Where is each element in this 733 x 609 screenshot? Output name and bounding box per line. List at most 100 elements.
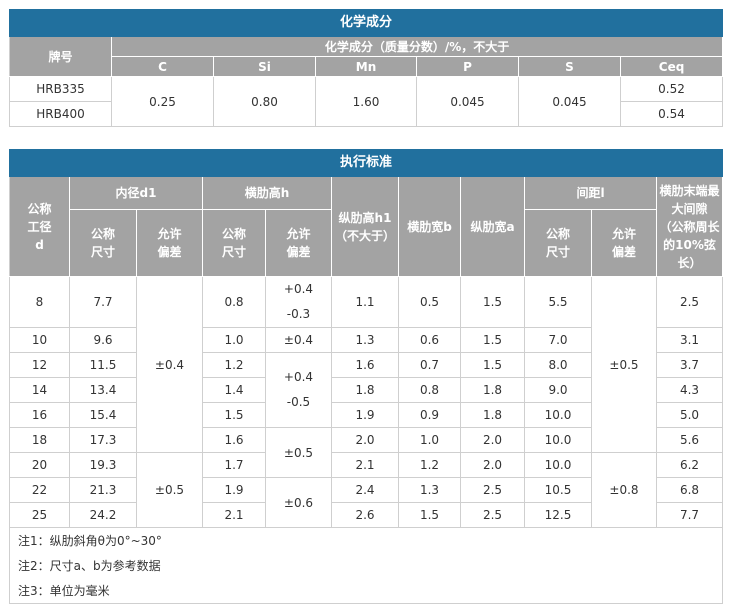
standard-title: 执行标准 [8,149,724,177]
standard-table: 执行标准 公称 工径 d 内径d1 横肋高h 纵肋高h1 （不大于） 横肋宽b … [8,149,724,604]
cell-h: 1.0 [202,327,266,353]
cell-d: 18 [9,427,70,453]
longitudinal-rib-width-header: 纵肋宽a [460,176,525,277]
cell-a: 1.8 [460,377,525,403]
cell-gap: 3.1 [655,327,724,353]
col-header: C [111,56,214,77]
cell-h: 1.7 [202,452,266,478]
cell-b: 1.5 [398,502,461,528]
cell-d1: 19.3 [69,452,137,478]
value-cell: 0.045 [518,76,621,127]
tolerance-cell: ±0.5 [136,452,203,528]
ceq-cell: 0.54 [619,101,724,127]
cell-h: 1.4 [202,377,266,403]
tolerance-cell: +0.4 -0.3 [265,276,332,328]
tolerance-header: 允许 偏差 [591,209,657,277]
cell-d1: 7.7 [69,276,137,328]
cell-b: 1.0 [398,427,461,453]
cell-gap: 7.7 [655,502,724,528]
cell-d: 14 [9,377,70,403]
cell-h: 2.1 [202,502,266,528]
cell-h1: 1.9 [331,402,399,428]
col-header: Si [213,56,316,77]
tolerance-cell: ±0.6 [265,477,332,528]
cell-h1: 2.4 [331,477,399,503]
cell-gap: 4.3 [655,377,724,403]
cell-b: 0.7 [398,352,461,378]
cell-l: 10.5 [524,477,592,503]
cell-a: 1.8 [460,402,525,428]
cell-a: 2.0 [460,452,525,478]
grade-cell: HRB400 [9,101,112,127]
cell-l: 8.0 [524,352,592,378]
value-cell: 0.25 [111,76,214,127]
chem-title: 化学成分 [8,9,724,37]
cell-l: 7.0 [524,327,592,353]
nominal-diameter-header: 公称 工径 d [9,176,70,277]
cell-l: 10.0 [524,452,592,478]
cell-gap: 6.8 [655,477,724,503]
cell-d1: 11.5 [69,352,137,378]
cell-h: 0.8 [202,276,266,328]
cell-d1: 17.3 [69,427,137,453]
cell-a: 2.5 [460,502,525,528]
cell-h1: 1.8 [331,377,399,403]
cell-b: 0.8 [398,377,461,403]
cell-gap: 5.0 [655,402,724,428]
rib-height-header: 横肋高h [202,176,332,210]
tolerance-cell: ±0.4 [265,327,332,353]
cell-gap: 3.7 [655,352,724,378]
cell-a: 2.5 [460,477,525,503]
cell-a: 1.5 [460,276,525,328]
cell-h1: 2.1 [331,452,399,478]
tolerance-cell: ±0.5 [265,427,332,478]
cell-l: 9.0 [524,377,592,403]
composition-header: 化学成分（质量分数）/%，不大于 [110,36,724,57]
cell-d: 10 [9,327,70,353]
cell-h: 1.6 [202,427,266,453]
cell-d: 25 [9,502,70,528]
table-row: HRB335 0.25 0.80 1.60 0.045 0.045 0.52 [9,76,724,127]
cell-b: 1.2 [398,452,461,478]
cell-l: 10.0 [524,402,592,428]
cell-d: 8 [9,276,70,328]
chemical-composition-table: 化学成分 牌号 化学成分（质量分数）/%，不大于 C Si Mn P S Ceq… [8,9,724,127]
cell-h: 1.5 [202,402,266,428]
grade-cell: HRB335 [9,76,112,102]
note-3: 注3：单位为毫米 [8,578,724,604]
cell-d: 20 [9,452,70,478]
tolerance-cell: ±0.8 [591,452,657,528]
cell-d1: 21.3 [69,477,137,503]
inner-diameter-header: 内径d1 [69,176,203,210]
cell-h1: 1.6 [331,352,399,378]
nominal-size-header: 公称 尺寸 [202,209,266,277]
cell-d: 12 [9,352,70,378]
tolerance-header: 允许 偏差 [265,209,332,277]
col-header: P [416,56,519,77]
cell-h1: 1.1 [331,276,399,328]
cell-gap: 5.6 [655,427,724,453]
cell-d1: 15.4 [69,402,137,428]
grade-header: 牌号 [9,36,112,77]
cell-d1: 13.4 [69,377,137,403]
end-gap-header: 横肋末端最大间隙 （公称周长的10%弦长） [655,176,724,277]
cell-b: 0.9 [398,402,461,428]
cell-h1: 1.3 [331,327,399,353]
cell-a: 1.5 [460,327,525,353]
cell-b: 0.6 [398,327,461,353]
rib-width-header: 横肋宽b [398,176,461,277]
col-header: Mn [315,56,417,77]
cell-a: 1.5 [460,352,525,378]
cell-gap: 6.2 [655,452,724,478]
value-cell: 0.045 [416,76,519,127]
cell-d: 16 [9,402,70,428]
cell-b: 1.3 [398,477,461,503]
note-1: 注1：纵肋斜角θ为0°~30° [8,527,724,554]
cell-l: 12.5 [524,502,592,528]
cell-l: 5.5 [524,276,592,328]
ceq-cell: 0.52 [619,76,724,102]
col-header: S [518,56,621,77]
cell-l: 10.0 [524,427,592,453]
cell-h: 1.9 [202,477,266,503]
tolerance-cell: ±0.5 [591,276,657,453]
